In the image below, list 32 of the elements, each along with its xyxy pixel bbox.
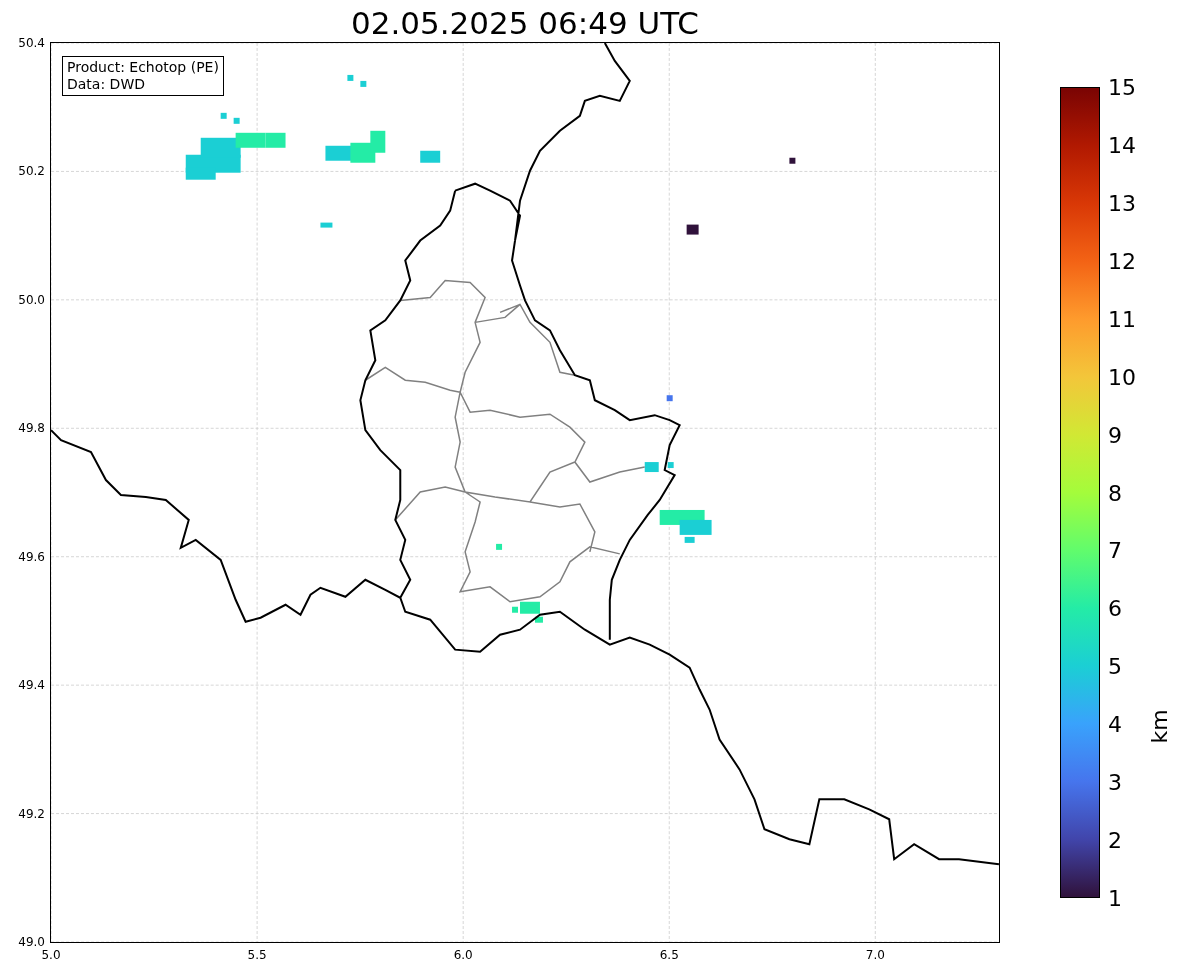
- colorbar-tick-label: 1: [1108, 885, 1122, 911]
- colorbar-tick-label: 12: [1108, 248, 1136, 274]
- x-tick-label: 7.0: [865, 948, 885, 962]
- colorbar-label: km: [1146, 709, 1172, 744]
- y-tick-label: 49.0: [18, 935, 45, 949]
- colorbar-tick-label: 9: [1108, 422, 1122, 448]
- y-tick-label: 49.6: [18, 549, 45, 564]
- colorbar-tick-label: 10: [1108, 364, 1136, 390]
- y-tick-label: 50.2: [18, 164, 45, 179]
- colorbar-tick-label: 11: [1108, 306, 1136, 332]
- colorbar-tick-label: 5: [1108, 653, 1122, 679]
- legend-text: Product: Echotop (PE): [67, 59, 219, 76]
- colorbar-tick-label: 3: [1108, 769, 1122, 795]
- legend-text: Data: DWD: [67, 76, 146, 93]
- x-tick-label: 5.5: [247, 948, 267, 962]
- colorbar-tick-label: 6: [1108, 595, 1122, 621]
- colorbar-tick-label: 15: [1108, 74, 1136, 100]
- colorbar-tick-label: 8: [1108, 480, 1122, 505]
- colorbar-tick-label: 2: [1108, 827, 1122, 853]
- x-tick-label: 6.0: [453, 948, 473, 962]
- x-tick-label: 5.0: [41, 948, 61, 962]
- chart-title: 02.05.2025 06:49 UTC: [350, 4, 700, 42]
- y-tick-label: 50.4: [18, 36, 45, 50]
- colorbar-tick-label: 14: [1108, 132, 1136, 158]
- y-tick-label: 49.2: [18, 806, 45, 821]
- colorbar-tick-label: 7: [1108, 537, 1122, 563]
- y-tick-label: 50.0: [18, 292, 45, 307]
- y-tick-label: 49.8: [18, 421, 45, 436]
- y-tick-label: 49.4: [18, 678, 45, 693]
- x-tick-label: 6.5: [659, 948, 679, 962]
- colorbar-tick-label: 4: [1108, 711, 1122, 737]
- colorbar-tick-label: 13: [1108, 190, 1136, 216]
